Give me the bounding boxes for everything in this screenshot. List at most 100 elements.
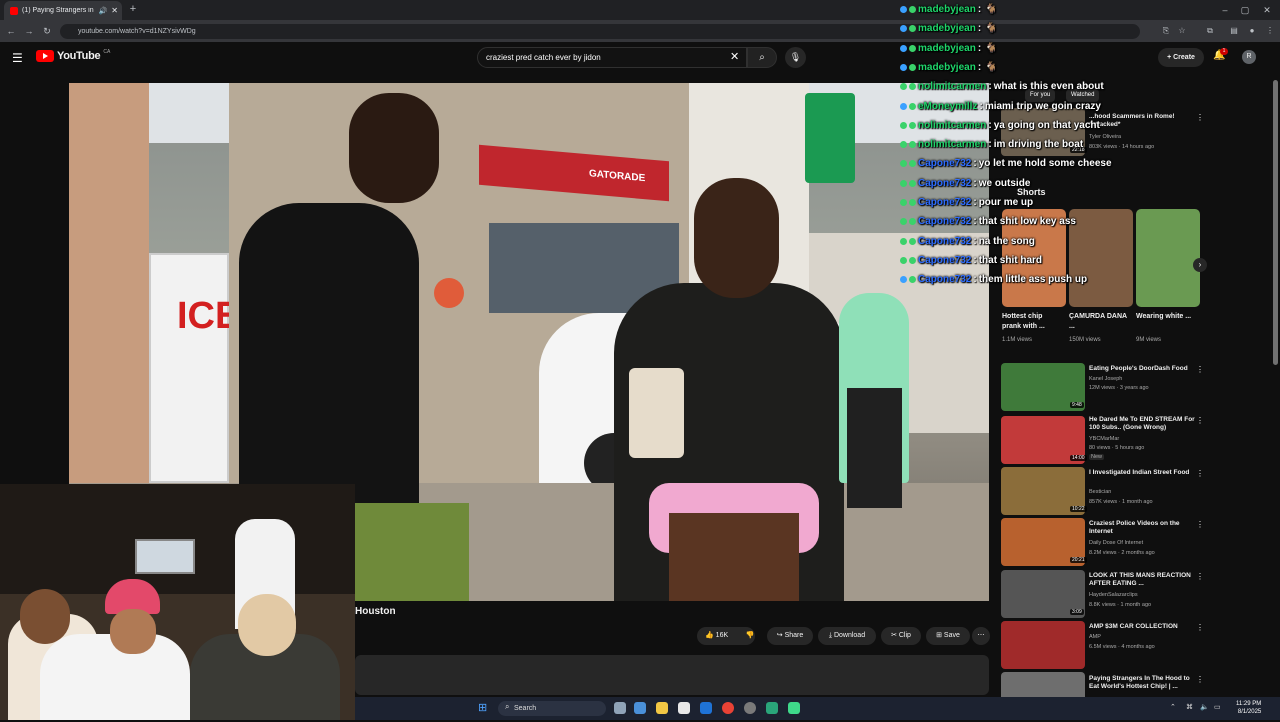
clip-button[interactable]: ✂ Clip [881,627,921,645]
dislike-icon[interactable]: 👎 [740,627,760,645]
clip-label: Clip [898,632,911,639]
more-options-icon[interactable]: ⋮ [1196,520,1204,529]
chat-username[interactable]: Capone732 [918,274,971,285]
chat-username[interactable]: madebyjean [918,4,976,15]
windows-start-icon[interactable]: ⊞ [478,701,487,714]
profile-icon[interactable]: ● [1246,25,1258,37]
sidepanel-icon[interactable]: ▤ [1228,25,1240,37]
account-avatar[interactable]: R [1242,50,1256,64]
youtube-logo[interactable]: YouTube CA [36,49,111,62]
obs-icon[interactable] [744,702,756,714]
video-duration: 20:21 [1070,557,1087,563]
chrome-icon[interactable] [722,702,734,714]
clear-search-icon[interactable]: ✕ [730,50,739,63]
voice-search-button[interactable]: 🎙 [785,47,806,68]
chat-username[interactable]: Capone732 [918,158,971,169]
more-options-icon[interactable]: ⋮ [1196,469,1204,478]
app-icon[interactable] [766,702,778,714]
hamburger-menu-icon[interactable]: ☰ [12,51,23,65]
chat-separator: : [988,81,992,93]
more-options-icon[interactable]: ⋮ [1196,623,1204,632]
more-actions-icon[interactable]: ⋯ [972,627,990,645]
create-button[interactable]: + Create [1158,48,1204,67]
network-icon[interactable]: ⌘ [1186,703,1193,711]
outlook-icon[interactable] [700,702,712,714]
list-item[interactable]: 20:21 Craziest Police Videos on the Inte… [1001,518,1206,568]
shorts-next-icon[interactable]: › [1193,258,1207,272]
chat-badge-icon [909,102,916,110]
browser-menu-icon[interactable]: ⋮ [1264,25,1276,37]
chat-username[interactable]: madebyjean [918,23,976,34]
chat-badge-icon [900,218,907,226]
chat-username[interactable]: Capone732 [918,197,971,208]
description-box[interactable] [355,655,989,695]
notification-count-badge: 1 [1220,48,1228,55]
notepad-icon[interactable] [678,702,690,714]
more-options-icon[interactable]: ⋮ [1196,572,1204,581]
minimize-button[interactable]: – [1216,3,1234,17]
forward-icon[interactable]: → [22,24,36,38]
taskbar-clock[interactable]: 11:29 PM 8/1/2025 [1236,700,1261,716]
chat-badge-icon [909,237,916,245]
youtube-favicon-icon [10,6,18,15]
extensions-icon[interactable]: ⧉ [1204,25,1216,37]
app-icon[interactable] [788,702,800,714]
search-input[interactable]: craziest pred catch ever by jidon [477,47,747,68]
chat-badge-icon [900,256,907,264]
list-item[interactable]: 3:09 LOOK AT THIS MANS REACTION AFTER EA… [1001,570,1206,620]
windows-taskbar [355,697,1280,720]
chat-separator: : [977,4,982,15]
download-button[interactable]: ⤓ Download [818,627,876,645]
tab-close-icon[interactable]: ✕ [111,6,122,15]
list-item[interactable]: AMP $3M CAR COLLECTION AMP 6.5M views · … [1001,621,1206,671]
tray-chevron-icon[interactable]: ⌃ [1170,703,1176,711]
install-icon[interactable]: ⎘ [1160,25,1172,37]
chat-username[interactable]: madebyjean [918,62,976,73]
widgets-icon[interactable] [634,702,646,714]
chat-text: na the song [978,235,1035,247]
list-item[interactable]: 10:22 I Investigated Indian Street Food … [1001,467,1206,517]
taskbar-search[interactable]: Search [498,701,606,716]
new-tab-button[interactable]: + [126,2,140,16]
chat-username[interactable]: eMoneymillz [918,101,977,112]
chat-username[interactable]: madebyjean [918,43,976,54]
chat-text: them little ass push up [978,274,1088,286]
bookmark-star-icon[interactable]: ☆ [1176,25,1188,37]
more-options-icon[interactable]: ⋮ [1196,675,1204,684]
file-explorer-icon[interactable] [656,702,668,714]
chat-badge-icon [900,141,907,149]
page-scrollbar[interactable] [1273,80,1278,365]
chat-username[interactable]: nolimitcarmen [918,81,986,92]
chat-username[interactable]: nolimitcarmen [918,139,986,150]
chat-badge-icon [900,44,907,52]
chat-username[interactable]: Capone732 [918,216,971,227]
chat-username[interactable]: Capone732 [918,178,971,189]
more-options-icon[interactable]: ⋮ [1196,113,1204,122]
list-item[interactable]: 14:00 He Dared Me To END STREAM For 100 … [1001,416,1206,466]
chat-badge-icon [909,141,916,149]
maximize-button[interactable]: ▢ [1236,3,1254,17]
chat-username[interactable]: Capone732 [918,255,971,266]
task-view-icon[interactable] [614,702,626,714]
share-button[interactable]: ↪ Share [767,627,813,645]
create-label: Create [1173,54,1195,61]
logo-country: CA [103,49,111,55]
chat-text: that shit low key ass [978,216,1076,228]
list-item[interactable]: 9:48 Eating People's DoorDash Food Kanel… [1001,363,1206,413]
reload-icon[interactable]: ↻ [40,24,54,38]
chat-username[interactable]: nolimitcarmen [918,120,986,131]
more-options-icon[interactable]: ⋮ [1196,416,1204,425]
search-icon: ⌕ [505,702,510,711]
share-label: Share [784,632,804,639]
back-icon[interactable]: ← [4,24,18,38]
browser-tab[interactable]: (1) Paying Strangers in the... 🔊 ✕ [4,1,122,20]
close-window-button[interactable]: ✕ [1258,3,1276,17]
save-button[interactable]: ⊞ Save [926,627,970,645]
chat-message: madebyjean : 🐐 [900,0,998,19]
tab-audio-icon[interactable]: 🔊 [99,7,108,15]
search-button[interactable]: ⌕ [747,47,777,68]
volume-icon[interactable]: 🔈 [1200,703,1209,711]
battery-icon[interactable]: ▭ [1214,703,1221,711]
more-options-icon[interactable]: ⋮ [1196,365,1204,374]
chat-username[interactable]: Capone732 [918,236,971,247]
